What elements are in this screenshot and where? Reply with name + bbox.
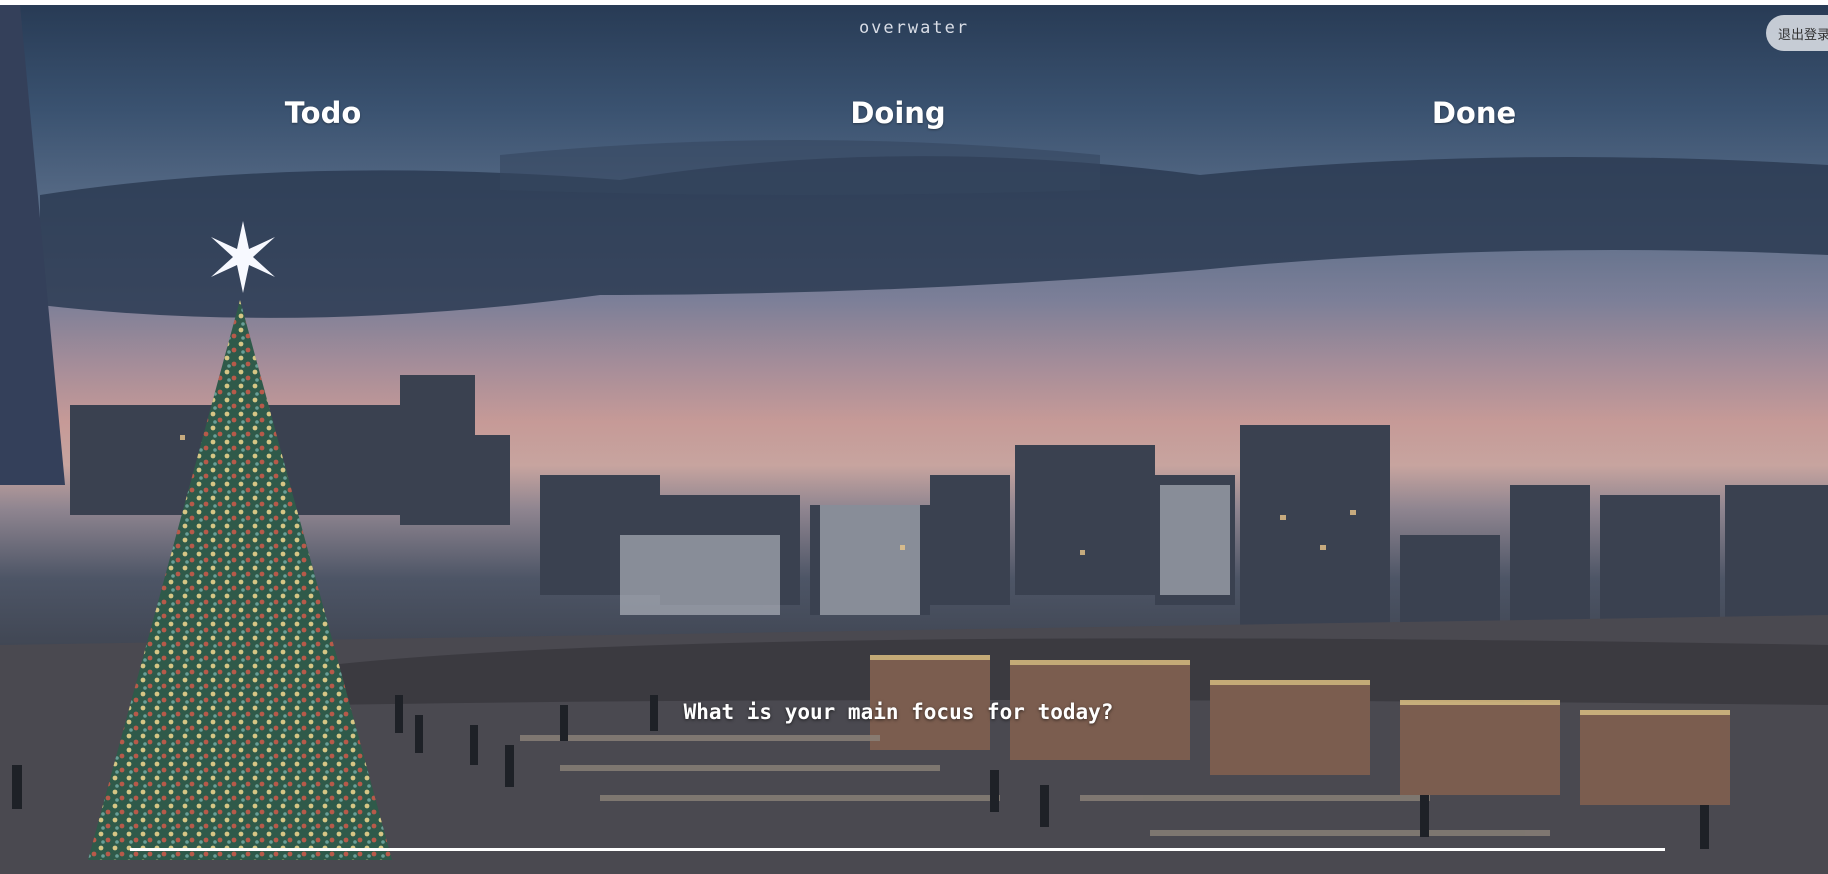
app-window: overwater 退出登录 Todo Doing Done What is y…: [0, 0, 1828, 874]
column-header-done: Done: [1431, 96, 1517, 130]
logout-button[interactable]: 退出登录: [1766, 15, 1828, 51]
app-title: overwater: [858, 18, 970, 38]
focus-question: What is your main focus for today?: [683, 700, 1114, 724]
background-photo: [0, 5, 1828, 874]
column-header-doing: Doing: [850, 96, 946, 130]
column-header-todo: Todo: [284, 96, 362, 130]
focus-input[interactable]: [130, 820, 1665, 851]
city-skyline-illustration: [0, 5, 1828, 874]
